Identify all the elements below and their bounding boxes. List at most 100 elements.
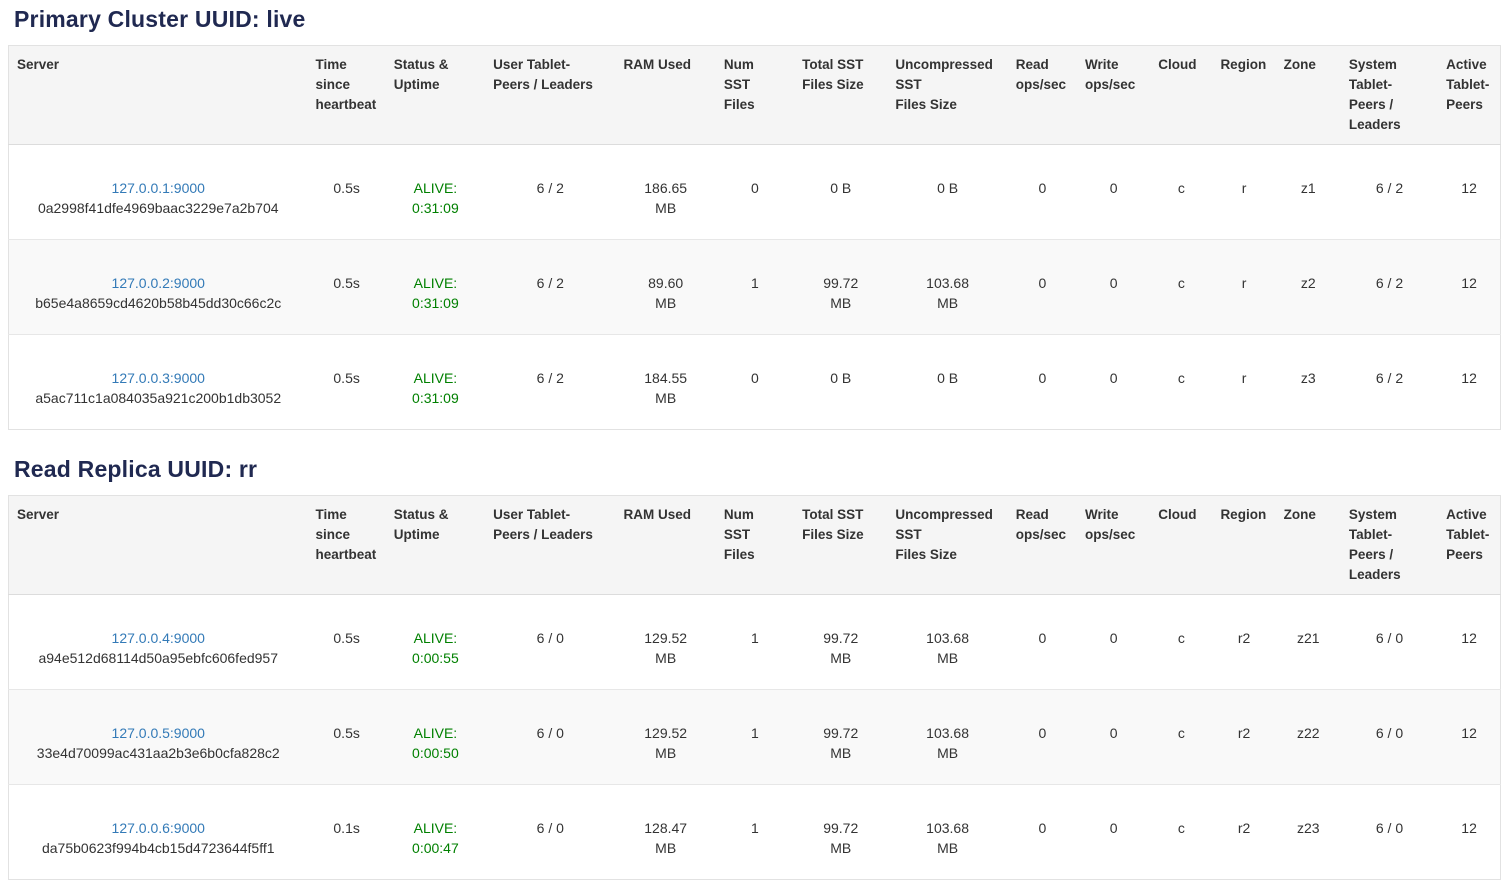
- cell-value: 6 / 0: [1376, 820, 1403, 836]
- server-link[interactable]: 127.0.0.4:9000: [112, 630, 205, 646]
- cell-active_tablets: 12: [1438, 595, 1500, 690]
- cell-value: 12: [1461, 630, 1477, 646]
- tablet-servers-page: Primary Cluster UUID: live ServerTime si…: [0, 0, 1509, 890]
- table-row: 127.0.0.5:9000 33e4d70099ac431aa2b3e6b0cf…: [9, 690, 1501, 785]
- col-header-user_tablets: User Tablet- Peers / Leaders: [485, 46, 615, 145]
- cell-write_ops: 0: [1077, 690, 1150, 785]
- cell-value: r: [1242, 275, 1247, 291]
- cell-num_sst: 1: [716, 690, 794, 785]
- cell-uncompressed_sst: 103.68 MB: [887, 240, 1007, 335]
- cell-value: 0: [751, 370, 759, 386]
- cell-value: 103.68 MB: [926, 725, 969, 761]
- server-link[interactable]: 127.0.0.2:9000: [112, 275, 205, 291]
- cell-ram: 186.65 MB: [616, 145, 716, 240]
- cell-value: 0.5s: [333, 725, 359, 741]
- col-header-server: Server: [9, 496, 308, 595]
- server-uuid: b65e4a8659cd4620b58b45dd30c66c2c: [17, 293, 300, 313]
- cell-heartbeat: 0.5s: [308, 335, 386, 430]
- server-link[interactable]: 127.0.0.5:9000: [112, 725, 205, 741]
- col-header-read_ops: Read ops/sec: [1008, 46, 1077, 145]
- col-header-read_ops: Read ops/sec: [1008, 496, 1077, 595]
- cell-value: 0.5s: [333, 630, 359, 646]
- cell-value: 186.65 MB: [644, 180, 687, 216]
- cell-read_ops: 0: [1008, 145, 1077, 240]
- cell-active_tablets: 12: [1438, 145, 1500, 240]
- cell-value: 6 / 0: [537, 820, 564, 836]
- cell-value: c: [1178, 180, 1185, 196]
- cell-server: 127.0.0.3:9000a5ac711c1a084035a921c200b1…: [9, 335, 308, 430]
- col-header-ram: RAM Used: [616, 496, 716, 595]
- server-uuid: a94e512d68114d50a95ebfc606fed957: [17, 648, 300, 668]
- status-text: ALIVE: 0:00:55: [412, 630, 459, 666]
- read-replica-section: Read Replica UUID: rr ServerTime since h…: [8, 456, 1501, 880]
- cell-value: 0 B: [830, 180, 851, 196]
- cell-value: 0 B: [830, 370, 851, 386]
- cell-heartbeat: 0.5s: [308, 145, 386, 240]
- cell-value: 6 / 0: [537, 630, 564, 646]
- cell-value: c: [1178, 725, 1185, 741]
- cell-server: 127.0.0.4:9000 a94e512d68114d50a95ebfc606…: [9, 595, 308, 690]
- cell-value: 103.68 MB: [926, 630, 969, 666]
- col-header-uncompressed_sst: Uncompressed SST Files Size: [887, 496, 1007, 595]
- cell-region: r2: [1212, 690, 1275, 785]
- cell-total_sst: 99.72 MB: [794, 240, 887, 335]
- cell-value: 0.5s: [333, 370, 359, 386]
- server-link[interactable]: 127.0.0.6:9000: [112, 820, 205, 836]
- cell-uncompressed_sst: 103.68 MB: [887, 690, 1007, 785]
- cell-read_ops: 0: [1008, 335, 1077, 430]
- table-row: 127.0.0.4:9000 a94e512d68114d50a95ebfc606…: [9, 595, 1501, 690]
- cell-value: 0.5s: [333, 180, 359, 196]
- col-header-zone: Zone: [1276, 496, 1341, 595]
- cell-total_sst: 99.72 MB: [794, 690, 887, 785]
- cell-server: 127.0.0.6:9000da75b0623f994b4cb15d472364…: [9, 785, 308, 880]
- col-header-write_ops: Write ops/sec: [1077, 496, 1150, 595]
- cell-system_tablets: 6 / 2: [1341, 145, 1438, 240]
- cell-system_tablets: 6 / 2: [1341, 335, 1438, 430]
- cell-uncompressed_sst: 0 B: [887, 335, 1007, 430]
- cell-active_tablets: 12: [1438, 785, 1500, 880]
- cell-write_ops: 0: [1077, 145, 1150, 240]
- cell-value: 6 / 0: [1376, 725, 1403, 741]
- table-row: 127.0.0.3:9000a5ac711c1a084035a921c200b1…: [9, 335, 1501, 430]
- cell-read_ops: 0: [1008, 785, 1077, 880]
- cell-system_tablets: 6 / 2: [1341, 240, 1438, 335]
- col-header-cloud: Cloud: [1150, 46, 1212, 145]
- cell-value: 0 B: [937, 180, 958, 196]
- cell-value: 1: [751, 630, 759, 646]
- col-header-region: Region: [1212, 496, 1275, 595]
- cell-value: 6 / 2: [537, 180, 564, 196]
- cell-server: 127.0.0.5:9000 33e4d70099ac431aa2b3e6b0cf…: [9, 690, 308, 785]
- cell-value: 12: [1461, 180, 1477, 196]
- cell-region: r: [1212, 335, 1275, 430]
- cell-heartbeat: 0.5s: [308, 240, 386, 335]
- cell-zone: z2: [1276, 240, 1341, 335]
- col-header-heartbeat: Time since heartbeat: [308, 496, 386, 595]
- cell-value: 0: [1110, 180, 1118, 196]
- cell-region: r2: [1212, 595, 1275, 690]
- col-header-write_ops: Write ops/sec: [1077, 46, 1150, 145]
- cell-ram: 128.47 MB: [616, 785, 716, 880]
- col-header-total_sst: Total SST Files Size: [794, 46, 887, 145]
- cell-cloud: c: [1150, 145, 1212, 240]
- server-uuid: 33e4d70099ac431aa2b3e6b0cfa828c2: [17, 743, 300, 763]
- cell-value: 6 / 0: [537, 725, 564, 741]
- cell-zone: z23: [1276, 785, 1341, 880]
- cell-value: r2: [1238, 630, 1250, 646]
- cell-write_ops: 0: [1077, 240, 1150, 335]
- cell-value: 0: [1038, 630, 1046, 646]
- cell-user_tablets: 6 / 0: [485, 785, 615, 880]
- col-header-system_tablets: System Tablet- Peers / Leaders: [1341, 496, 1438, 595]
- cell-value: 12: [1461, 820, 1477, 836]
- server-link[interactable]: 127.0.0.1:9000: [112, 180, 205, 196]
- cell-active_tablets: 12: [1438, 335, 1500, 430]
- col-header-num_sst: Num SST Files: [716, 496, 794, 595]
- cell-value: z23: [1297, 820, 1320, 836]
- cell-ram: 184.55 MB: [616, 335, 716, 430]
- server-link[interactable]: 127.0.0.3:9000: [112, 370, 205, 386]
- cell-value: 0: [1110, 370, 1118, 386]
- col-header-active_tablets: Active Tablet- Peers: [1438, 46, 1500, 145]
- cell-value: z1: [1301, 180, 1316, 196]
- cell-value: 6 / 2: [537, 275, 564, 291]
- cell-value: 99.72 MB: [823, 630, 858, 666]
- cell-status: ALIVE: 0:00:50: [386, 690, 485, 785]
